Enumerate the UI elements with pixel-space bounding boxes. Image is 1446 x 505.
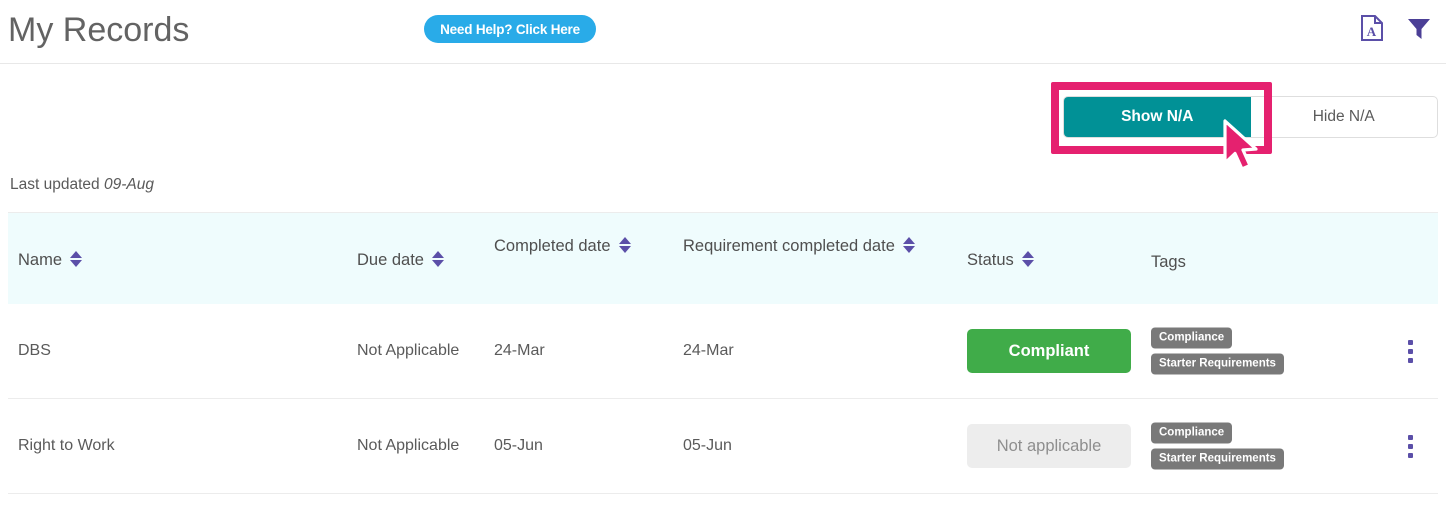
table-row[interactable]: DBS Not Applicable 24-Mar 24-Mar Complia… (8, 304, 1438, 399)
cell-requirement-completed-date: 24-Mar (683, 342, 734, 359)
header-actions: A (1357, 12, 1434, 44)
cell-completed-date: 24-Mar (494, 342, 545, 359)
column-header-tags-label: Tags (1151, 253, 1186, 271)
column-header-completed-date-label: Completed date (494, 237, 611, 255)
table-header-row: Name Due date Completed date Requirement… (8, 212, 1438, 304)
sort-icon-name[interactable] (70, 249, 83, 269)
last-updated-date: 09-Aug (103, 176, 154, 193)
column-header-requirement-completed-date[interactable]: Requirement completed date (683, 235, 948, 257)
cell-name: Right to Work (18, 437, 115, 454)
table-row[interactable]: Right to Work Not Applicable 05-Jun 05-J… (8, 399, 1438, 494)
last-updated-text: Last updated (10, 176, 100, 193)
filter-funnel-icon[interactable] (1404, 12, 1434, 44)
column-header-status-label: Status (967, 251, 1014, 269)
column-header-tags: Tags (1151, 251, 1291, 273)
na-toggle-group[interactable]: Show N/A Hide N/A (1063, 96, 1438, 138)
cell-due-date: Not Applicable (357, 437, 460, 454)
sort-icon-status[interactable] (1021, 249, 1035, 269)
sort-icon-requirement-completed-date[interactable] (902, 235, 916, 255)
tag-chip: Compliance (1151, 327, 1233, 349)
records-table: Name Due date Completed date Requirement… (8, 212, 1438, 494)
status-badge[interactable]: Compliant (967, 329, 1131, 373)
column-header-name-label: Name (18, 251, 63, 269)
status-badge[interactable]: Not applicable (967, 424, 1131, 468)
cell-tags: Compliance Starter Requirements (1151, 422, 1284, 470)
sort-icon-due-date[interactable] (431, 249, 445, 269)
column-header-status[interactable]: Status (967, 249, 1107, 271)
tag-chip: Starter Requirements (1151, 448, 1284, 470)
column-header-due-date-label: Due date (357, 251, 424, 269)
sort-icon-completed-date[interactable] (618, 235, 632, 255)
row-actions-menu-icon[interactable] (1400, 337, 1420, 365)
tag-chip: Starter Requirements (1151, 353, 1284, 375)
cell-tags: Compliance Starter Requirements (1151, 327, 1284, 375)
cell-due-date: Not Applicable (357, 342, 460, 359)
header-divider (0, 63, 1446, 64)
tag-chip: Compliance (1151, 422, 1233, 444)
hide-na-button[interactable]: Hide N/A (1251, 97, 1438, 137)
column-header-due-date[interactable]: Due date (357, 249, 482, 271)
need-help-button[interactable]: Need Help? Click Here (424, 15, 596, 43)
cell-completed-date: 05-Jun (494, 437, 543, 454)
column-header-name[interactable]: Name (18, 249, 318, 271)
row-actions-menu-icon[interactable] (1400, 432, 1420, 460)
last-updated-label: Last updated 09-Aug (10, 176, 154, 194)
column-header-requirement-completed-date-label: Requirement completed date (683, 237, 895, 255)
cell-name: DBS (18, 342, 51, 359)
svg-text:A: A (1367, 24, 1377, 39)
pdf-export-icon[interactable]: A (1357, 12, 1387, 44)
cell-requirement-completed-date: 05-Jun (683, 437, 732, 454)
page-title: My Records (8, 11, 190, 49)
column-header-completed-date[interactable]: Completed date (494, 235, 654, 257)
show-na-button[interactable]: Show N/A (1064, 97, 1251, 137)
